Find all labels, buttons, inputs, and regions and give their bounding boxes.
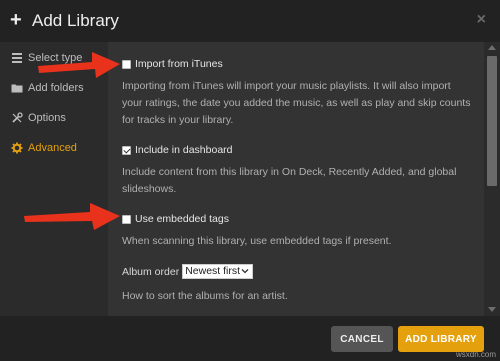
album-order-select[interactable]: Newest first	[182, 264, 254, 279]
dialog-title: Add Library	[32, 11, 119, 30]
folder-icon	[11, 82, 23, 94]
album-order-description: How to sort the albums for an artist.	[122, 290, 288, 302]
album-order-value: Newest first	[185, 265, 241, 277]
include-dashboard-checkbox[interactable]	[122, 145, 131, 155]
embedded-tags-option: Use embedded tags	[122, 213, 229, 225]
album-order-label: Album order	[122, 265, 180, 278]
red-arrow-icon	[38, 52, 120, 78]
include-dashboard-option: Include in dashboard	[122, 144, 233, 156]
sidebar: Select type Add folders Options Advanced	[0, 42, 108, 316]
advanced-settings-panel: Import from iTunes Importing from iTunes…	[108, 42, 484, 316]
cancel-button[interactable]: CANCEL	[331, 326, 393, 352]
red-arrow-icon	[24, 203, 120, 230]
sidebar-item-advanced[interactable]: Advanced	[0, 137, 108, 159]
sidebar-item-label: Add folders	[28, 82, 84, 94]
sidebar-item-label: Advanced	[28, 142, 77, 154]
import-itunes-option: Import from iTunes	[122, 58, 223, 70]
dialog-header: + Add Library ×	[0, 0, 500, 42]
import-itunes-label: Import from iTunes	[135, 58, 223, 70]
include-dashboard-description: Include content from this library in On …	[122, 166, 457, 195]
sidebar-item-options[interactable]: Options	[0, 107, 108, 129]
dialog-footer: CANCEL ADD LIBRARY wsxdn.com	[0, 316, 500, 361]
chevron-down-icon	[241, 267, 249, 278]
embedded-tags-description: When scanning this library, use embedded…	[122, 235, 392, 247]
watermark: wsxdn.com	[455, 350, 496, 359]
include-dashboard-label: Include in dashboard	[135, 144, 233, 156]
import-itunes-checkbox[interactable]	[122, 59, 131, 69]
plus-icon: +	[10, 9, 22, 31]
embedded-tags-checkbox[interactable]	[122, 214, 131, 224]
close-icon[interactable]: ×	[477, 12, 486, 28]
tools-icon	[11, 112, 23, 124]
import-itunes-description: Importing from iTunes will import your m…	[122, 80, 471, 126]
library-icon	[11, 52, 23, 64]
album-order-row: Album order Newest first	[122, 264, 254, 279]
add-library-dialog: + Add Library × Select type Add folders …	[0, 0, 500, 361]
content-scrollbar[interactable]	[484, 42, 500, 316]
sidebar-item-label: Options	[28, 112, 66, 124]
scroll-down-icon[interactable]	[488, 307, 496, 312]
gear-icon	[11, 142, 23, 154]
scroll-thumb[interactable]	[487, 56, 497, 186]
embedded-tags-label: Use embedded tags	[135, 213, 229, 225]
scroll-up-icon[interactable]	[488, 45, 496, 50]
add-library-button[interactable]: ADD LIBRARY	[398, 326, 484, 352]
